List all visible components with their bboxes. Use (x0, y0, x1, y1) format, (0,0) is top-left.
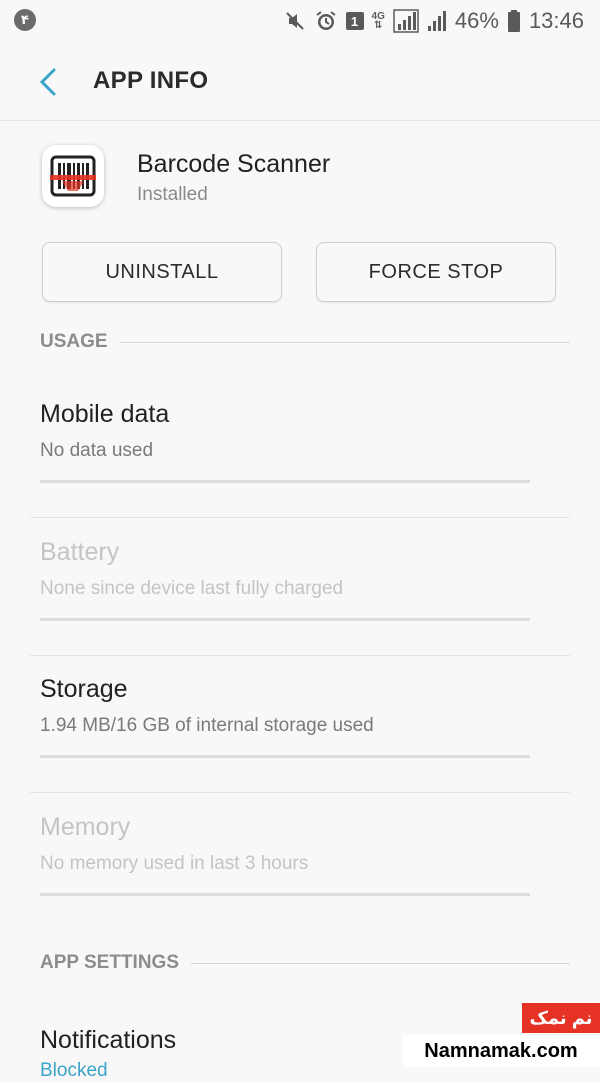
watermark-url: Namnamak.com (402, 1035, 600, 1067)
network-type-label: 4G (371, 11, 385, 22)
alarm-icon (314, 9, 338, 33)
app-bar: APP INFO (0, 44, 600, 121)
setting-subtitle: No memory used in last 3 hours (40, 853, 309, 874)
watermark-logo: نم نمک (522, 1003, 600, 1033)
setting-notifications[interactable]: Notifications (40, 1026, 176, 1055)
signal-icon-2 (427, 9, 447, 33)
battery-icon (507, 9, 521, 33)
battery-percent: 46% (454, 8, 499, 33)
usage-bar (40, 480, 530, 483)
usage-bar (40, 618, 530, 621)
force-stop-button[interactable]: FORCE STOP (316, 242, 556, 302)
section-divider (191, 962, 570, 964)
setting-title: Storage (40, 675, 128, 703)
setting-subtitle: None since device last fully charged (40, 578, 344, 599)
setting-title: Memory (40, 813, 131, 841)
setting-memory: Memory No memory used in last 3 hours (30, 813, 570, 950)
back-button[interactable] (28, 62, 68, 102)
section-label-usage: USAGE (40, 331, 108, 352)
uninstall-button[interactable]: UNINSTALL (42, 242, 282, 302)
network-type: 4G ⇅ (371, 11, 385, 31)
usage-bar (40, 755, 530, 758)
section-header-app-settings: APP SETTINGS (40, 950, 570, 976)
page-title: APP INFO (93, 67, 209, 94)
setting-title: Mobile data (40, 400, 170, 428)
barcode-icon (42, 145, 104, 207)
usage-bar (40, 893, 530, 896)
clock: 13:46 (528, 8, 584, 33)
setting-title: Battery (40, 538, 120, 566)
sim-badge: 1 (345, 12, 364, 30)
list-divider (30, 517, 570, 518)
list-divider (30, 655, 570, 656)
setting-mobile-data[interactable]: Mobile data No data used (30, 400, 570, 537)
section-divider (119, 341, 570, 343)
setting-storage[interactable]: Storage 1.94 MB/16 GB of internal storag… (30, 675, 570, 812)
notification-badge: ۴ (14, 9, 36, 31)
app-status: Installed (137, 184, 208, 205)
setting-battery: Battery None since device last fully cha… (30, 538, 570, 675)
section-label-app-settings: APP SETTINGS (40, 952, 180, 973)
status-icons: 1 4G ⇅ 46% 13:46 (284, 6, 584, 36)
setting-notifications-status: Blocked (40, 1060, 108, 1081)
signal-icon (393, 9, 419, 33)
back-arrow-icon (39, 68, 56, 96)
status-bar: ۴ 1 4G ⇅ 46% 13:46 (0, 0, 600, 44)
section-header-usage: USAGE (40, 329, 570, 355)
mute-icon (284, 10, 306, 32)
setting-subtitle: No data used (40, 440, 154, 461)
app-name: Barcode Scanner (137, 150, 331, 178)
setting-subtitle: 1.94 MB/16 GB of internal storage used (40, 715, 374, 736)
list-divider (30, 792, 570, 793)
